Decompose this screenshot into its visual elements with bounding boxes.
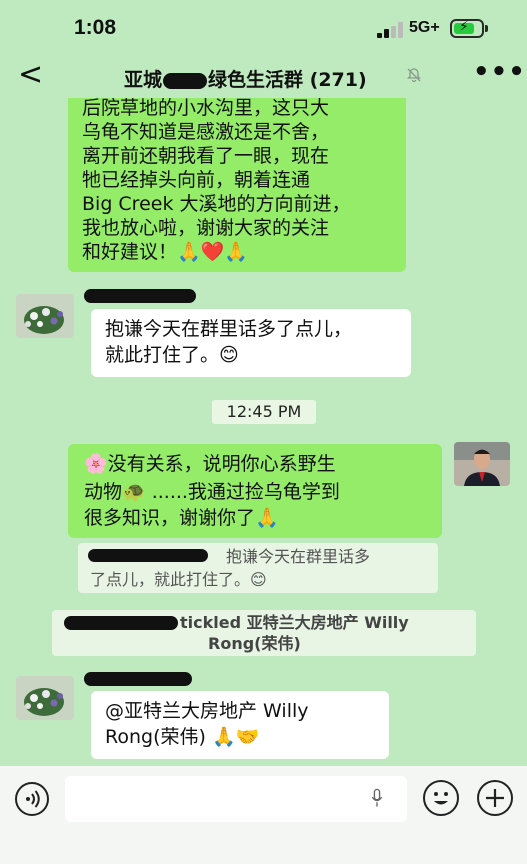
message-line: 和好建议！🙏❤️🙏 (82, 241, 248, 263)
more-options-icon[interactable]: ••• (473, 57, 526, 87)
message-line: Rong(荣伟) 🙏🤝 (105, 726, 260, 748)
quote-line: 了点儿，就此打住了。😊 (90, 570, 267, 589)
emoji-icon[interactable] (423, 780, 459, 816)
battery-tip (485, 25, 488, 32)
back-icon[interactable]: < (18, 60, 43, 90)
message-line: 离开前还朝我看了一眼，现在 (82, 145, 330, 167)
voice-input-icon[interactable] (15, 782, 49, 816)
avatar-flowers[interactable] (16, 294, 74, 338)
quoted-message[interactable]: 抱谦今天在群里话多 了点儿，就此打住了。😊 (78, 543, 438, 593)
status-time: 1:08 (74, 16, 117, 39)
message-line: 就此打住了。😊 (105, 344, 239, 366)
network-type: 5G+ (409, 19, 440, 36)
tickle-line: Rong(荣伟) (208, 634, 301, 653)
muted-bell-icon (406, 67, 422, 87)
message-bubble-self[interactable]: · 后院草地的小水沟里，这只大 乌龟不知道是感激还是不舍， 离开前还朝我看了一眼… (68, 98, 406, 272)
quote-line: 抱谦今天在群里话多 (226, 547, 371, 566)
avatar-self[interactable] (454, 442, 510, 486)
chat-title-suffix: 绿色生活群 (271) (208, 69, 367, 91)
message-line: 我也放心啦，谢谢大家的关注 (82, 217, 330, 239)
chat-title: 亚城 绿色生活群 (271) (124, 65, 367, 92)
quoted-sender-redacted (88, 549, 208, 562)
message-bubble-self[interactable]: 🌸没有关系，说明你心系野生 动物🐢 ......我通过捡乌龟学到 很多知识，谢谢… (68, 444, 442, 538)
tickle-sender-redacted (64, 616, 178, 630)
tickle-line: tickled 亚特兰大房地产 Willy (180, 613, 409, 632)
message-bubble-other[interactable]: 抱谦今天在群里话多了点儿， 就此打住了。😊 (91, 309, 411, 377)
battery-icon: ⚡ (450, 19, 484, 38)
message-line: 牠已经掉头向前，朝着连通 (82, 169, 311, 191)
redaction-mark (163, 72, 208, 89)
message-line: 🌸没有关系，说明你心系野生 (84, 453, 336, 475)
chat-area[interactable]: · 后院草地的小水沟里，这只大 乌龟不知道是感激还是不舍， 离开前还朝我看了一眼… (0, 98, 527, 766)
tickle-notice: tickled 亚特兰大房地产 Willy Rong(荣伟) (52, 610, 476, 656)
signal-icon (377, 22, 403, 38)
message-line: 后院草地的小水沟里，这只大 (82, 98, 330, 119)
message-line: 很多知识，谢谢你了🙏 (84, 507, 279, 529)
plus-icon[interactable] (477, 780, 513, 816)
message-line: 抱谦今天在群里话多了点儿， (105, 318, 353, 340)
sender-name-redacted (84, 289, 196, 303)
input-bar (0, 766, 527, 864)
microphone-icon[interactable] (371, 788, 383, 808)
message-bubble-other[interactable]: @亚特兰大房地产 Willy Rong(荣伟) 🙏🤝 (91, 691, 389, 759)
avatar-flowers[interactable] (16, 676, 74, 720)
chat-header: < 亚城 绿色生活群 (271) ••• (0, 56, 527, 98)
message-line: Big Creek 大溪地的方向前进， (82, 193, 351, 215)
sender-name-redacted (84, 672, 192, 686)
message-line: @亚特兰大房地产 Willy (105, 700, 309, 722)
message-line: 乌龟不知道是感激还是不舍， (82, 121, 330, 143)
message-input[interactable] (65, 776, 407, 822)
chat-title-prefix: 亚城 (124, 69, 163, 91)
message-line: 动物🐢 ......我通过捡乌龟学到 (84, 481, 340, 503)
message-timestamp: 12:45 PM (212, 400, 316, 424)
status-bar: 1:08 5G+ ⚡ (0, 0, 527, 56)
